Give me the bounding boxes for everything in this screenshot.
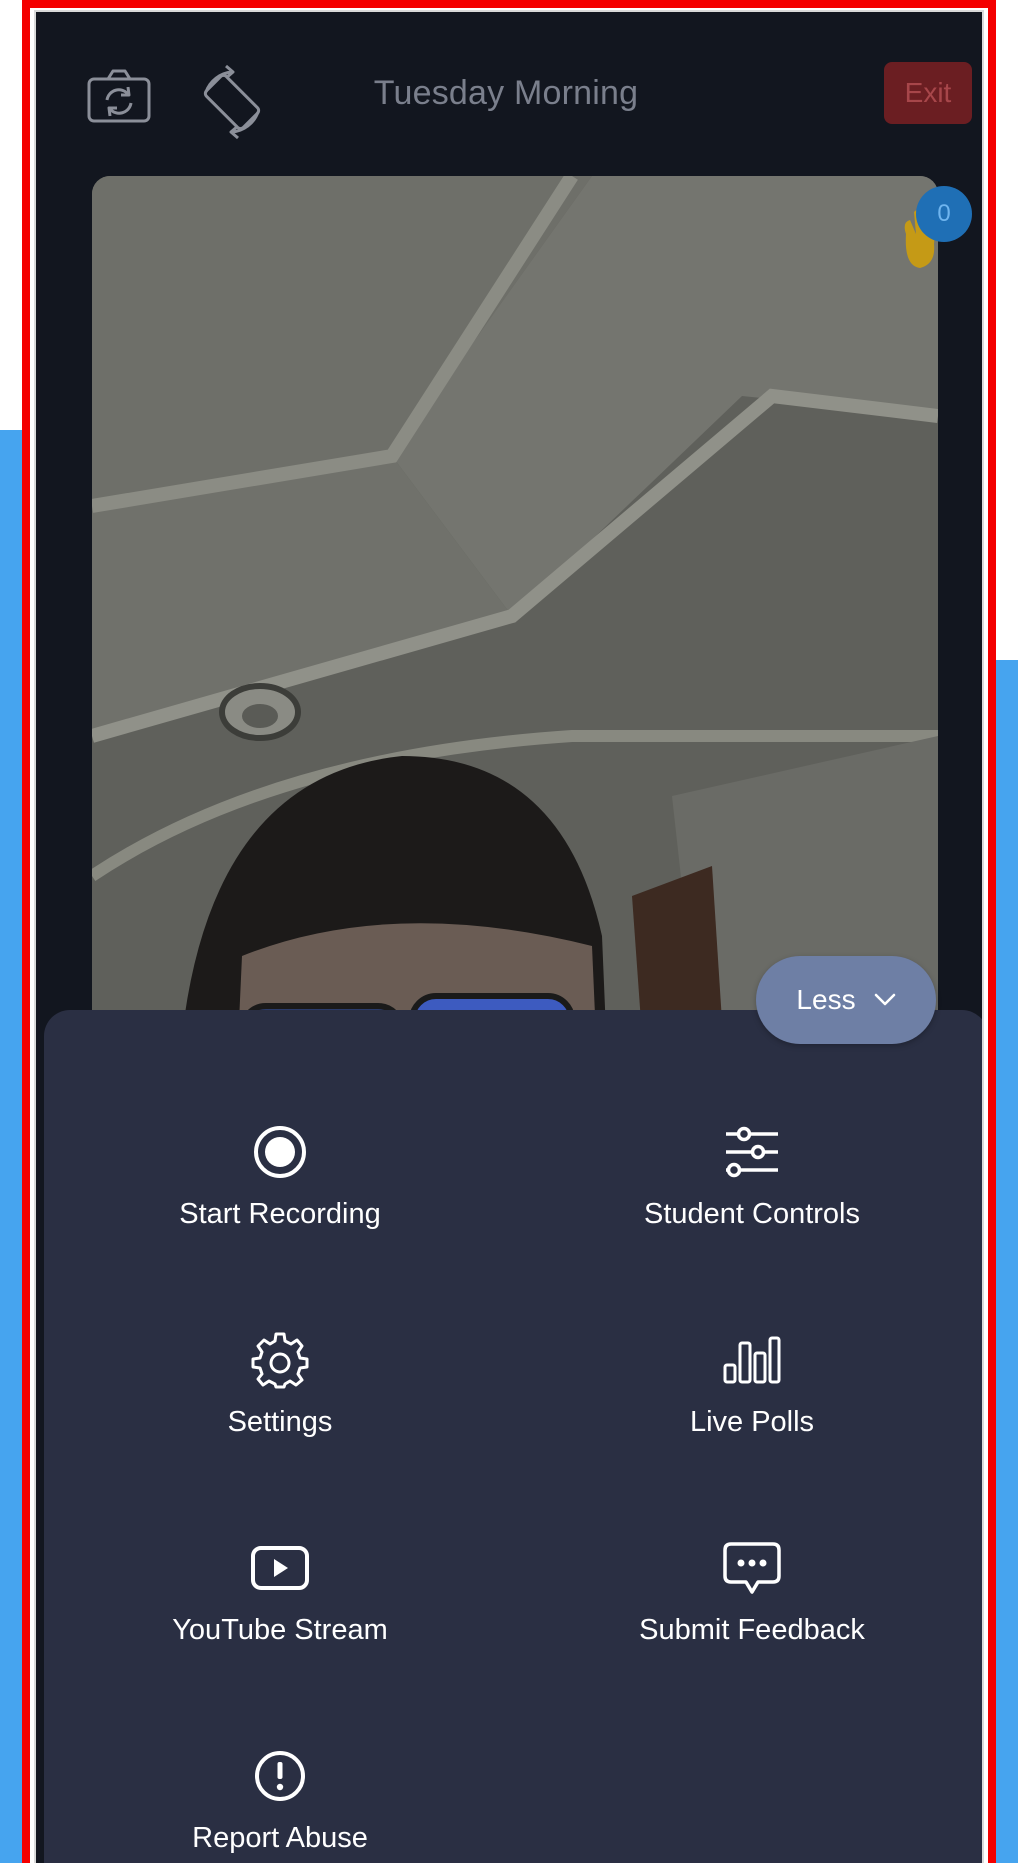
- more-options-sheet: Start Recording Student Controls Setting…: [44, 1010, 982, 1863]
- settings-button[interactable]: Settings: [44, 1328, 516, 1498]
- live-polls-label: Live Polls: [689, 1406, 815, 1438]
- rotate-screen-button[interactable]: [192, 62, 272, 142]
- submit-feedback-button[interactable]: Submit Feedback: [516, 1536, 982, 1706]
- youtube-stream-label: YouTube Stream: [172, 1614, 388, 1646]
- start-recording-button[interactable]: Start Recording: [44, 1120, 516, 1290]
- play-icon: [251, 1546, 309, 1590]
- student-controls-button[interactable]: Student Controls: [516, 1120, 982, 1290]
- alert-icon: [255, 1751, 305, 1801]
- student-controls-label: Student Controls: [643, 1198, 860, 1230]
- less-toggle-label: Less: [796, 984, 856, 1015]
- exit-button[interactable]: Exit: [884, 62, 972, 124]
- record-icon: [254, 1126, 306, 1178]
- less-toggle-button[interactable]: Less: [756, 956, 936, 1044]
- live-polls-button[interactable]: Live Polls: [516, 1328, 982, 1498]
- report-abuse-button[interactable]: Report Abuse: [44, 1744, 516, 1863]
- top-bar: Tuesday Morning Exit: [36, 12, 982, 172]
- sliders-icon: [726, 1126, 778, 1178]
- raised-hands-count-badge[interactable]: 0: [916, 186, 972, 242]
- screen-rotate-icon: [203, 64, 261, 140]
- session-title: Tuesday Morning: [373, 74, 639, 112]
- camera-switch-button[interactable]: [86, 67, 152, 125]
- report-abuse-label: Report Abuse: [192, 1822, 368, 1854]
- start-recording-label: Start Recording: [179, 1198, 381, 1230]
- phone-screen: Tuesday Morning Exit 0 Less Start Record…: [36, 12, 982, 1863]
- youtube-stream-button[interactable]: YouTube Stream: [44, 1536, 516, 1706]
- settings-label: Settings: [227, 1406, 333, 1438]
- submit-feedback-label: Submit Feedback: [639, 1614, 865, 1646]
- chat-bubble-icon: [723, 1542, 781, 1594]
- camera-switch-icon: [87, 69, 151, 123]
- chevron-down-icon: [874, 993, 895, 1006]
- gear-icon: [251, 1332, 309, 1389]
- bar-chart-icon: [723, 1336, 781, 1384]
